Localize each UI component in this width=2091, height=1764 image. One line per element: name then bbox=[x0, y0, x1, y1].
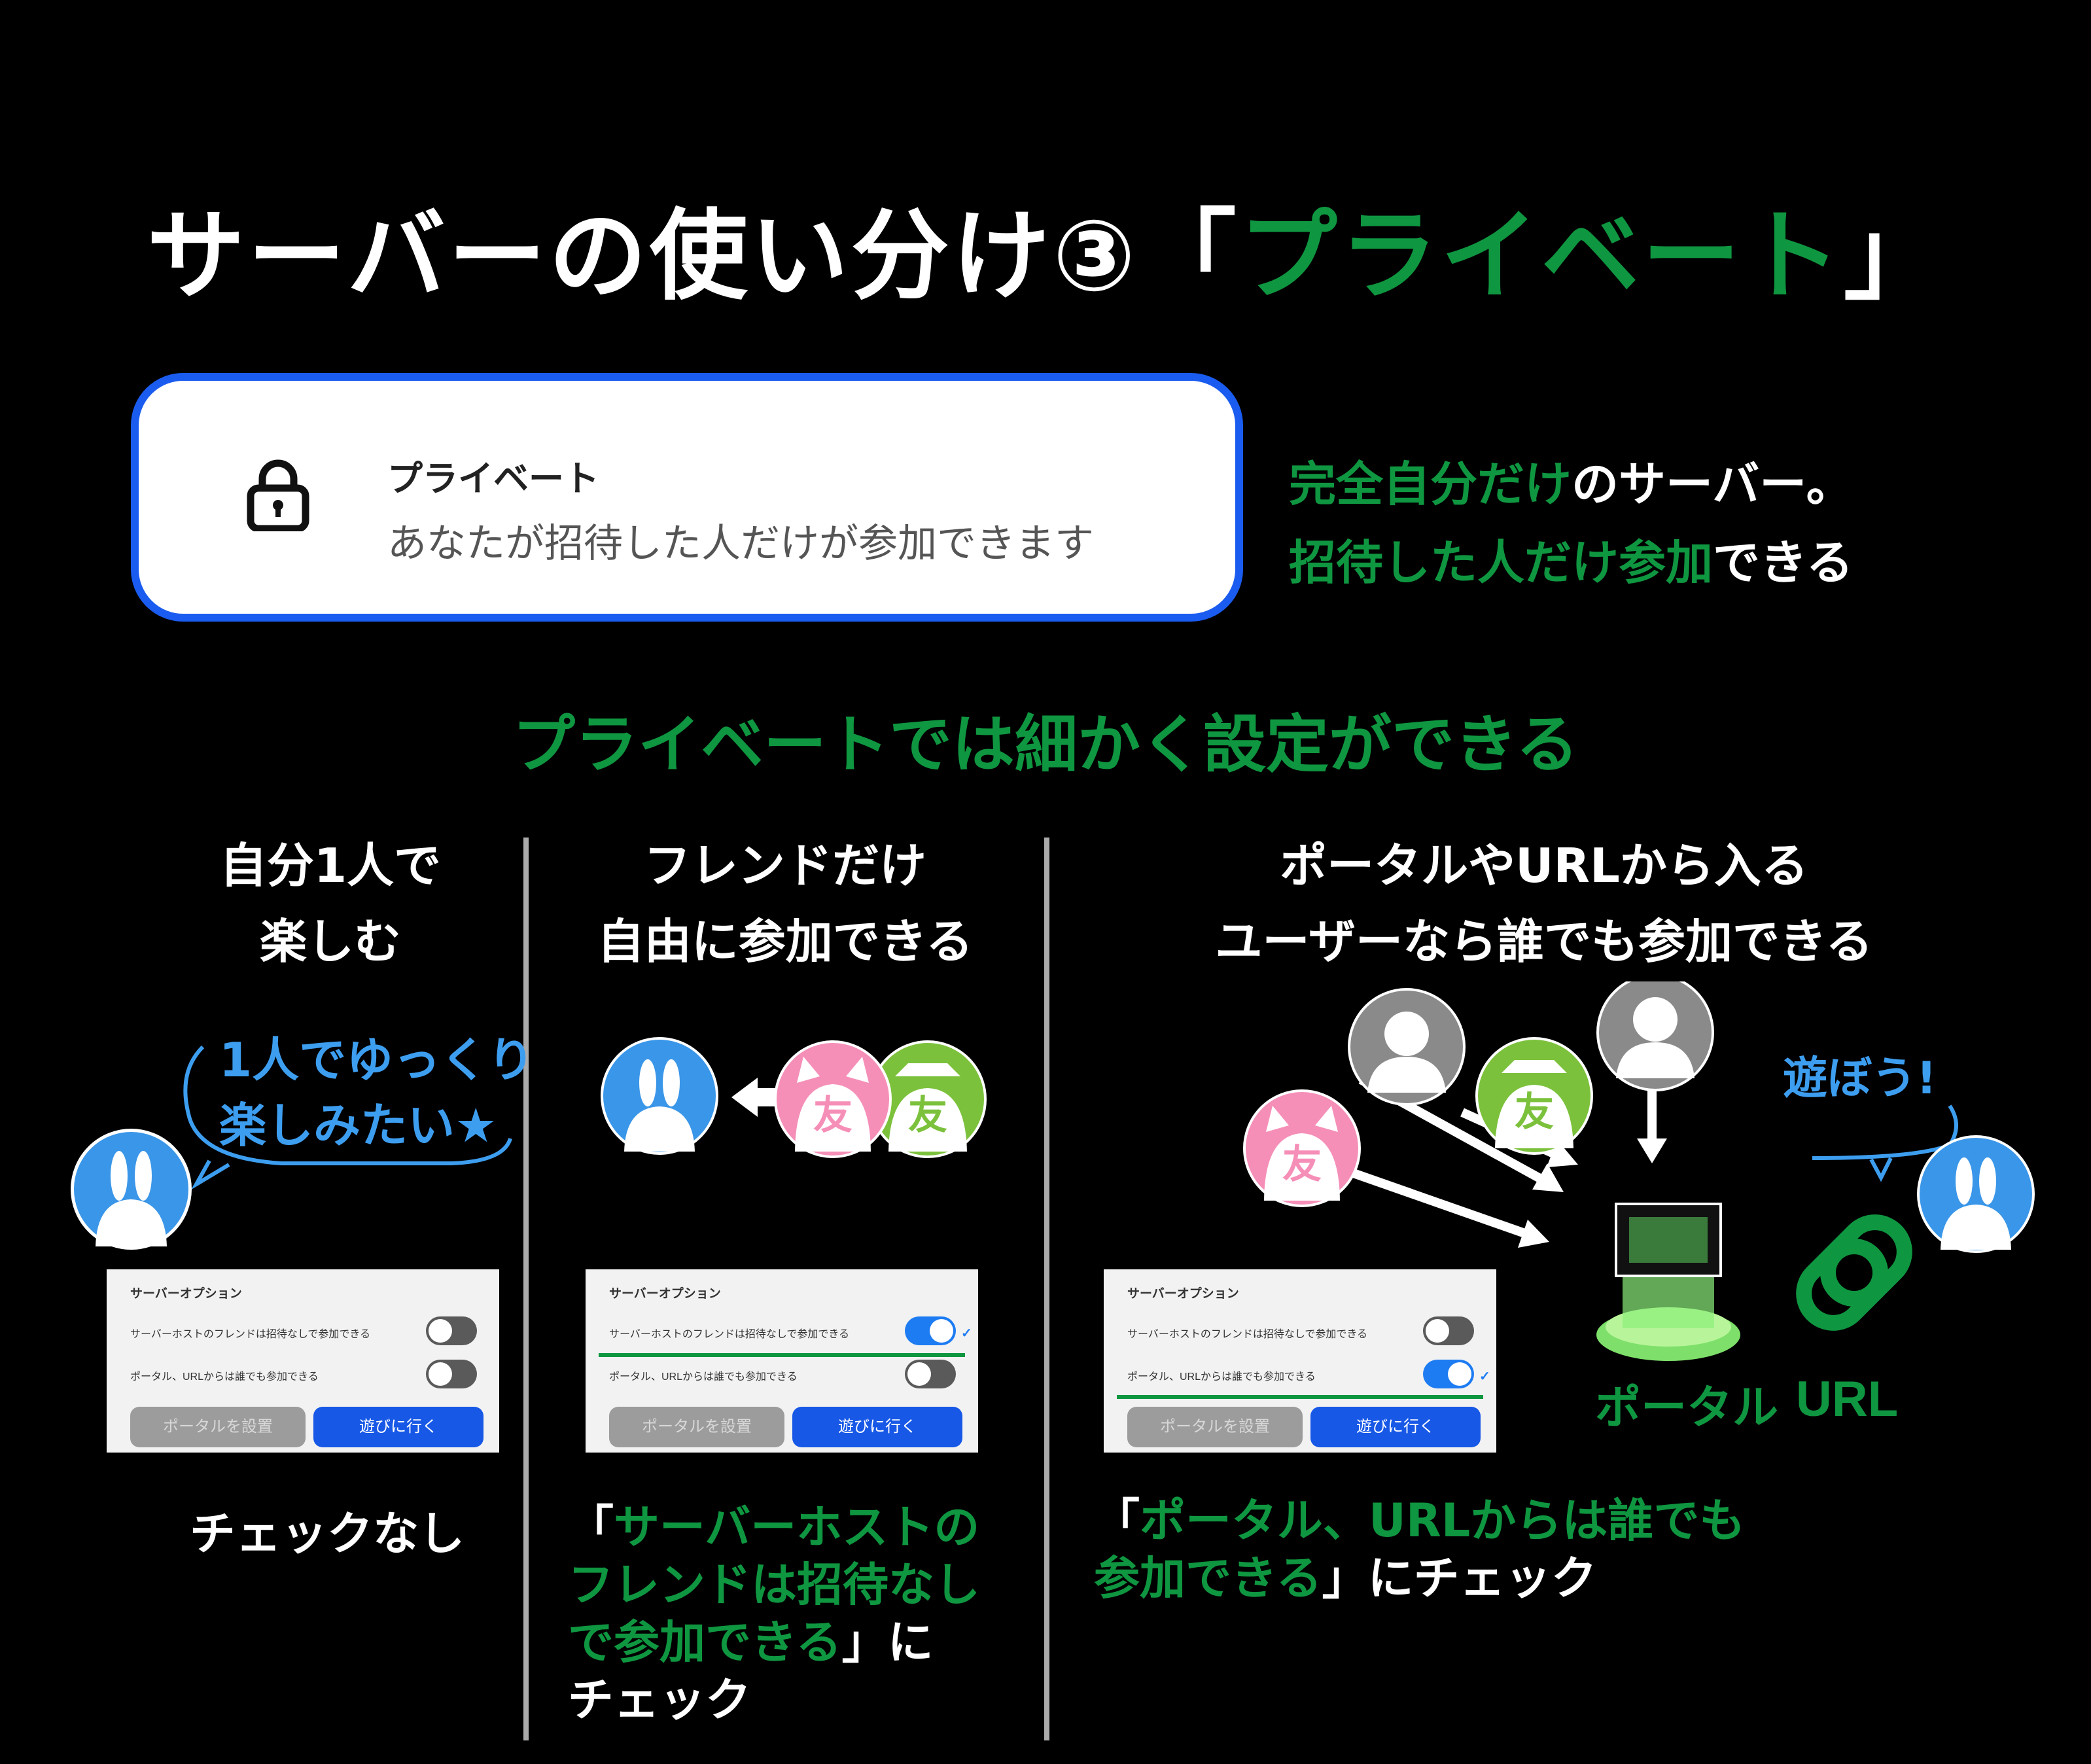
column-3-heading: ポータルやURLから入る ユーザーなら誰でも参加できる bbox=[1215, 838, 1873, 969]
column-2-caption: 「サーバーホストの フレンドは招待なし で参加できる」に チェック bbox=[568, 1500, 980, 1727]
private-description: 完全自分だけのサーバー。 招待した人だけ参加できる bbox=[1289, 445, 1854, 602]
column-3-caption: 「ポータル、URLからは誰でも 参加できる」にチェック bbox=[1094, 1494, 1746, 1605]
user-avatar-icon bbox=[1348, 988, 1466, 1106]
server-options-panel: サーバーオプション サーバーホストのフレンドは招待なしで参加できる ポータル、U… bbox=[1104, 1269, 1496, 1453]
pink-friend-avatar-icon: 友 bbox=[774, 1040, 892, 1158]
option-portal-url-label: ポータル、URLからは誰でも参加できる bbox=[130, 1371, 319, 1383]
portal-icon bbox=[1596, 1203, 1740, 1361]
server-options-panel: サーバーオプション サーバーホストのフレンドは招待なしで参加できる ✓ ポータル… bbox=[586, 1269, 978, 1453]
bunny-avatar-icon bbox=[71, 1129, 192, 1250]
card-title: プライベート bbox=[387, 459, 599, 499]
place-portal-button[interactable]: ポータルを設置 bbox=[1127, 1407, 1303, 1447]
title-suffix: 」 bbox=[1843, 200, 1944, 313]
link-icon bbox=[1796, 1214, 1912, 1331]
title-prefix: サーバーの使い分け③「 bbox=[147, 200, 1239, 313]
svg-text:友: 友 bbox=[813, 1093, 852, 1138]
speech-bubble bbox=[1812, 1104, 1958, 1160]
private-option-card[interactable]: プライベート あなたが招待した人だけが参加できます bbox=[131, 373, 1243, 622]
bunny-avatar-icon bbox=[1917, 1135, 2035, 1253]
highlight-underline bbox=[599, 1353, 965, 1357]
panel-header: サーバーオプション bbox=[609, 1287, 721, 1301]
column-1-caption: チェックなし bbox=[190, 1507, 465, 1561]
card-description: あなたが招待した人だけが参加できます bbox=[387, 521, 1094, 565]
panel-header: サーバーオプション bbox=[1127, 1287, 1239, 1301]
svg-text:友: 友 bbox=[1282, 1142, 1322, 1188]
bunny-avatar-icon bbox=[601, 1037, 718, 1155]
portal-url-toggle[interactable] bbox=[426, 1360, 477, 1388]
go-play-button[interactable]: 遊びに行く bbox=[1310, 1407, 1481, 1447]
option-portal-url-label: ポータル、URLからは誰でも参加できる bbox=[609, 1371, 798, 1383]
title-highlight: プライベート bbox=[1239, 200, 1844, 313]
bubble-text: 遊ぼう! bbox=[1783, 1053, 1937, 1104]
portal-url-toggle[interactable]: ✓ bbox=[1423, 1360, 1490, 1388]
svg-text:友: 友 bbox=[908, 1093, 947, 1138]
column-1-heading: 自分1人で 楽しむ bbox=[219, 838, 442, 969]
go-play-button[interactable]: 遊びに行く bbox=[792, 1407, 962, 1447]
friends-toggle[interactable] bbox=[426, 1316, 477, 1345]
go-play-button[interactable]: 遊びに行く bbox=[313, 1407, 483, 1447]
column-2-heading: フレンドだけ 自由に参加できる bbox=[597, 838, 974, 969]
user-avatar-icon bbox=[1596, 981, 1714, 1091]
portal-label: ポータル bbox=[1595, 1381, 1778, 1434]
desc-highlight-2: 招待した人だけ参加 bbox=[1289, 535, 1713, 590]
friends-toggle[interactable]: ✓ bbox=[905, 1316, 972, 1345]
lime-friend-avatar-icon: 友 bbox=[1475, 1037, 1593, 1155]
column-divider bbox=[523, 838, 529, 1740]
portal-url-toggle[interactable] bbox=[905, 1360, 956, 1388]
option-friends-label: サーバーホストのフレンドは招待なしで参加できる bbox=[609, 1329, 850, 1340]
friend-join-illustration: 友 友 bbox=[601, 1037, 987, 1158]
column-divider bbox=[1044, 838, 1049, 1740]
desc-text-1: のサーバー。 bbox=[1572, 457, 1854, 512]
desc-text-2: できる bbox=[1713, 535, 1854, 590]
bubble-text: 1人でゆっくり 楽しみたい★ bbox=[219, 1032, 535, 1153]
panel-header: サーバーオプション bbox=[130, 1287, 242, 1301]
lock-icon bbox=[247, 459, 309, 531]
friends-toggle[interactable] bbox=[1423, 1316, 1474, 1345]
place-portal-button[interactable]: ポータルを設置 bbox=[130, 1407, 306, 1447]
place-portal-button[interactable]: ポータルを設置 bbox=[609, 1407, 784, 1447]
highlight-underline bbox=[1117, 1395, 1483, 1399]
page-title: サーバーの使い分け③「プライベート」 bbox=[0, 177, 2091, 319]
server-options-panel: サーバーオプション サーバーホストのフレンドは招待なしで参加できる ポータル、U… bbox=[107, 1269, 499, 1453]
desc-highlight-1: 完全自分だけ bbox=[1289, 457, 1572, 512]
svg-text:友: 友 bbox=[1515, 1089, 1554, 1135]
option-friends-label: サーバーホストのフレンドは招待なしで参加できる bbox=[130, 1329, 371, 1340]
pink-friend-avatar-icon: 友 bbox=[1243, 1089, 1361, 1207]
url-label: URL bbox=[1796, 1371, 1899, 1427]
option-friends-label: サーバーホストのフレンドは招待なしで参加できる bbox=[1127, 1329, 1368, 1340]
section-subtitle: プライベートでは細かく設定ができる bbox=[512, 708, 1579, 781]
option-portal-url-label: ポータル、URLからは誰でも参加できる bbox=[1127, 1371, 1316, 1383]
